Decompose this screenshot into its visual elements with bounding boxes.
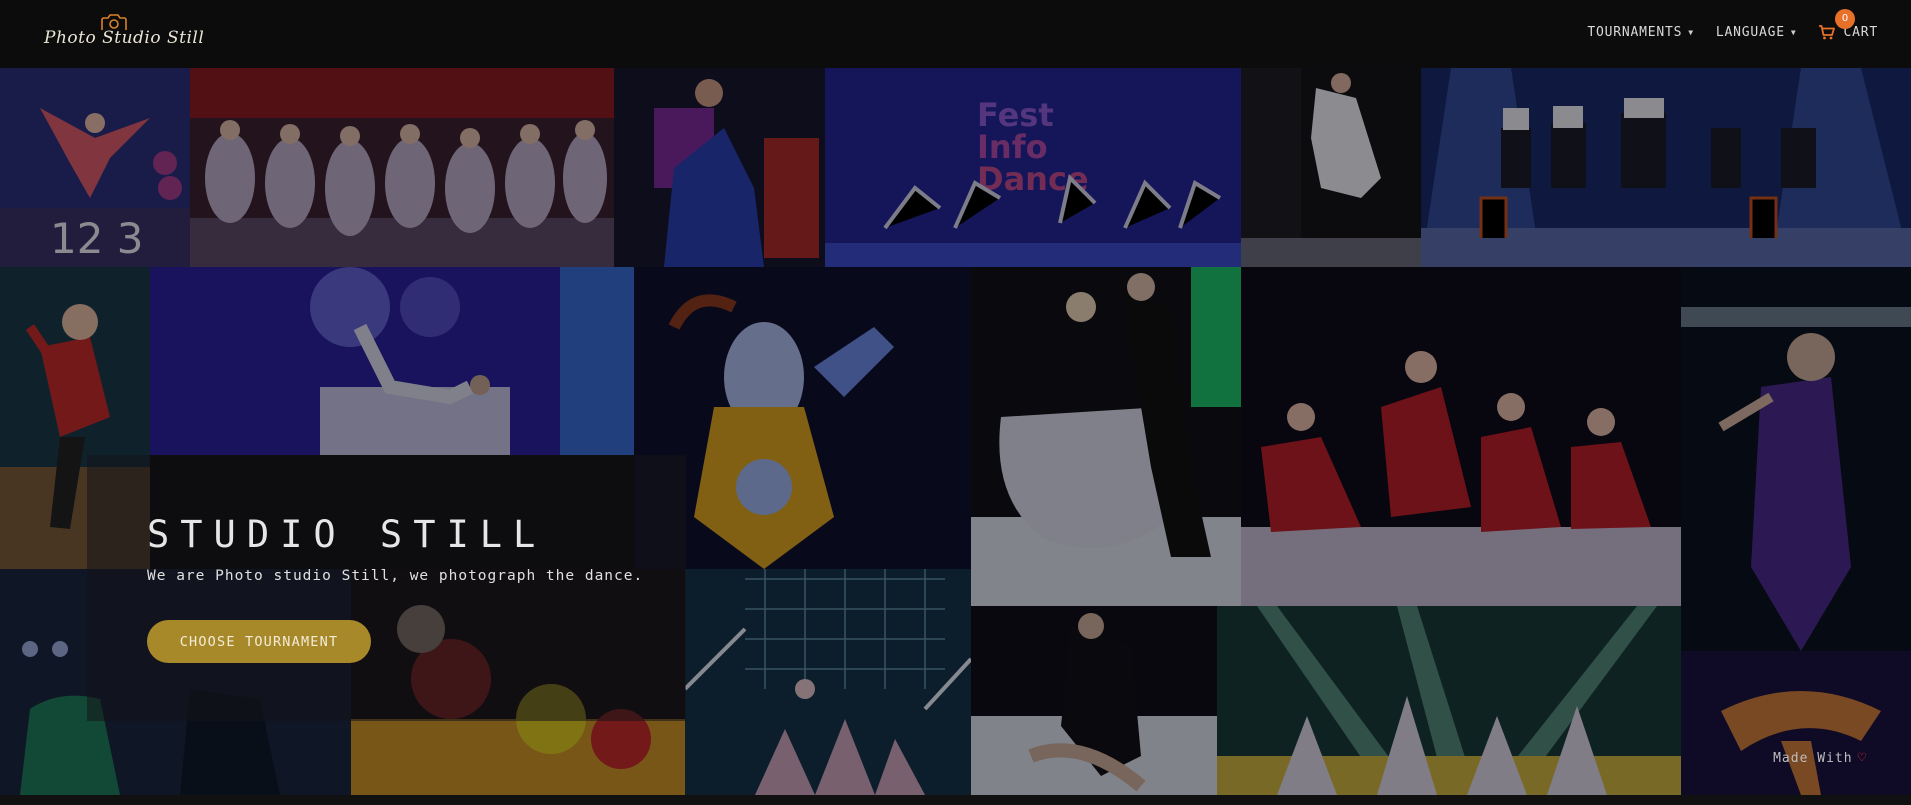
hero-title: STUDIO STILL bbox=[147, 513, 547, 556]
nav-tournaments-label: TOURNAMENTS bbox=[1587, 24, 1683, 40]
logo[interactable]: Photo Studio Still bbox=[44, 14, 204, 54]
nav-language[interactable]: LANGUAGE ▼ bbox=[1716, 25, 1797, 40]
nav-language-label: LANGUAGE bbox=[1715, 24, 1785, 40]
brand-name: Photo Studio Still bbox=[44, 28, 205, 48]
cart-icon bbox=[1819, 24, 1836, 39]
made-with-credit[interactable]: Made With ♡ bbox=[1773, 750, 1867, 766]
choose-tournament-button[interactable]: CHOOSE TOURNAMENT bbox=[147, 620, 371, 663]
made-with-label: Made With bbox=[1773, 750, 1853, 766]
bottom-strip bbox=[0, 795, 1911, 805]
heart-icon: ♡ bbox=[1857, 750, 1867, 766]
hero-panel: STUDIO STILL We are Photo studio Still, … bbox=[87, 455, 686, 721]
site-header: Photo Studio Still TOURNAMENTS ▼ LANGUAG… bbox=[0, 0, 1911, 68]
main-nav: TOURNAMENTS ▼ LANGUAGE ▼ 0 CART bbox=[1587, 0, 1878, 64]
cart-count-badge: 0 bbox=[1835, 8, 1856, 29]
nav-tournaments[interactable]: TOURNAMENTS ▼ bbox=[1587, 25, 1694, 40]
hero-subtitle: We are Photo studio Still, we photograph… bbox=[147, 568, 644, 584]
cart-link[interactable]: 0 CART bbox=[1818, 8, 1878, 40]
chevron-down-icon: ▼ bbox=[1790, 27, 1797, 37]
chevron-down-icon: ▼ bbox=[1688, 27, 1694, 37]
